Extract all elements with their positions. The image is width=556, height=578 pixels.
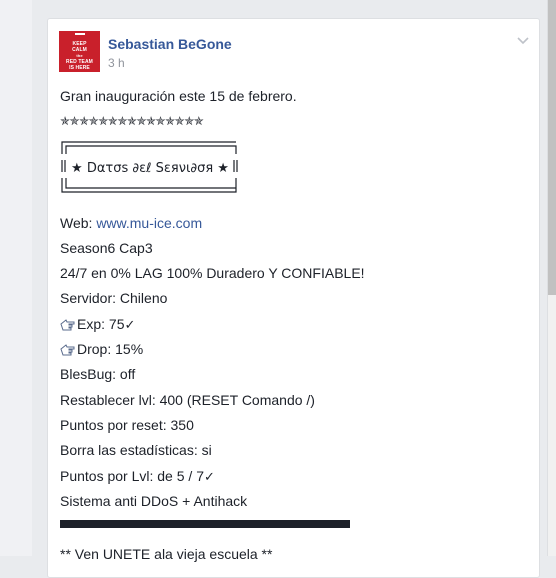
post-line-antihack: Sistema anti DDoS + Antihack bbox=[60, 492, 248, 509]
avatar-text-line: IS HERE bbox=[69, 64, 90, 71]
post-line-reset-level: Restablecer lvl: 400 (RESET Comando /) bbox=[60, 391, 315, 408]
server-data-frame: ★ Dατσs ∂εℓ Sεяνι∂σя ★ bbox=[60, 135, 530, 211]
post-line-server: Servidor: Chileno bbox=[60, 290, 168, 307]
drop-text: Drop: 15% bbox=[77, 341, 144, 358]
points-level-text: Puntos por Lvl: de 5 / 7 bbox=[60, 467, 204, 484]
scrollbar-thumb[interactable] bbox=[548, 0, 556, 295]
post-body: Gran inauguración este 15 de febrero. ✯✯… bbox=[60, 84, 530, 567]
web-label: Web: bbox=[60, 214, 97, 231]
checkmark-icon: ✓ bbox=[203, 469, 215, 485]
pointing-hand-icon bbox=[60, 319, 75, 331]
post-line-points-level: Puntos por Lvl: de 5 / 7✓ bbox=[60, 464, 530, 489]
post-line-intro: Gran inauguración este 15 de febrero. bbox=[60, 88, 297, 104]
black-separator bbox=[60, 520, 350, 529]
avatar[interactable]: KEEP CALM the RED TEAM IS HERE bbox=[59, 31, 100, 72]
divider-bar bbox=[60, 514, 530, 542]
post-line-stars: ✯✯✯✯✯✯✯✯✯✯✯✯✯✯✯ bbox=[60, 114, 204, 129]
post-timestamp[interactable]: 3 h bbox=[108, 56, 125, 70]
post-line-uptime: 24/7 en 0% LAG 100% Duradero Y CONFIABLE… bbox=[60, 265, 365, 282]
post-line-season: Season6 Cap3 bbox=[60, 239, 153, 256]
post-line-exp: Exp: 75✓ bbox=[60, 312, 530, 337]
crown-icon bbox=[74, 32, 85, 39]
pointing-hand-icon bbox=[60, 344, 75, 356]
post-line-footer: ** Ven UNETE ala vieja escuela ** bbox=[60, 546, 273, 563]
post-card: KEEP CALM the RED TEAM IS HERE Sebastian… bbox=[47, 18, 540, 578]
page-left-gutter bbox=[0, 0, 32, 556]
checkmark-icon: ✓ bbox=[124, 317, 136, 333]
post-line-web: Web: www.mu-ice.com bbox=[60, 211, 530, 236]
chevron-down-icon[interactable] bbox=[516, 33, 530, 47]
post-line-stats: Borra las estadísticas: si bbox=[60, 442, 212, 459]
exp-text: Exp: 75 bbox=[77, 315, 125, 332]
post-line-blesbug: BlesBug: off bbox=[60, 366, 136, 383]
post-line-drop: Drop: 15% bbox=[60, 337, 530, 362]
post-line-reset-points: Puntos por reset: 350 bbox=[60, 416, 194, 433]
double-line-frame: ★ Dατσs ∂εℓ Sεяνι∂σя ★ bbox=[61, 140, 238, 193]
post-author-name[interactable]: Sebastian BeGone bbox=[108, 36, 232, 52]
frame-title: ★ Dατσs ∂εℓ Sεяνι∂σя ★ bbox=[71, 160, 229, 176]
website-link[interactable]: www.mu-ice.com bbox=[96, 215, 202, 231]
